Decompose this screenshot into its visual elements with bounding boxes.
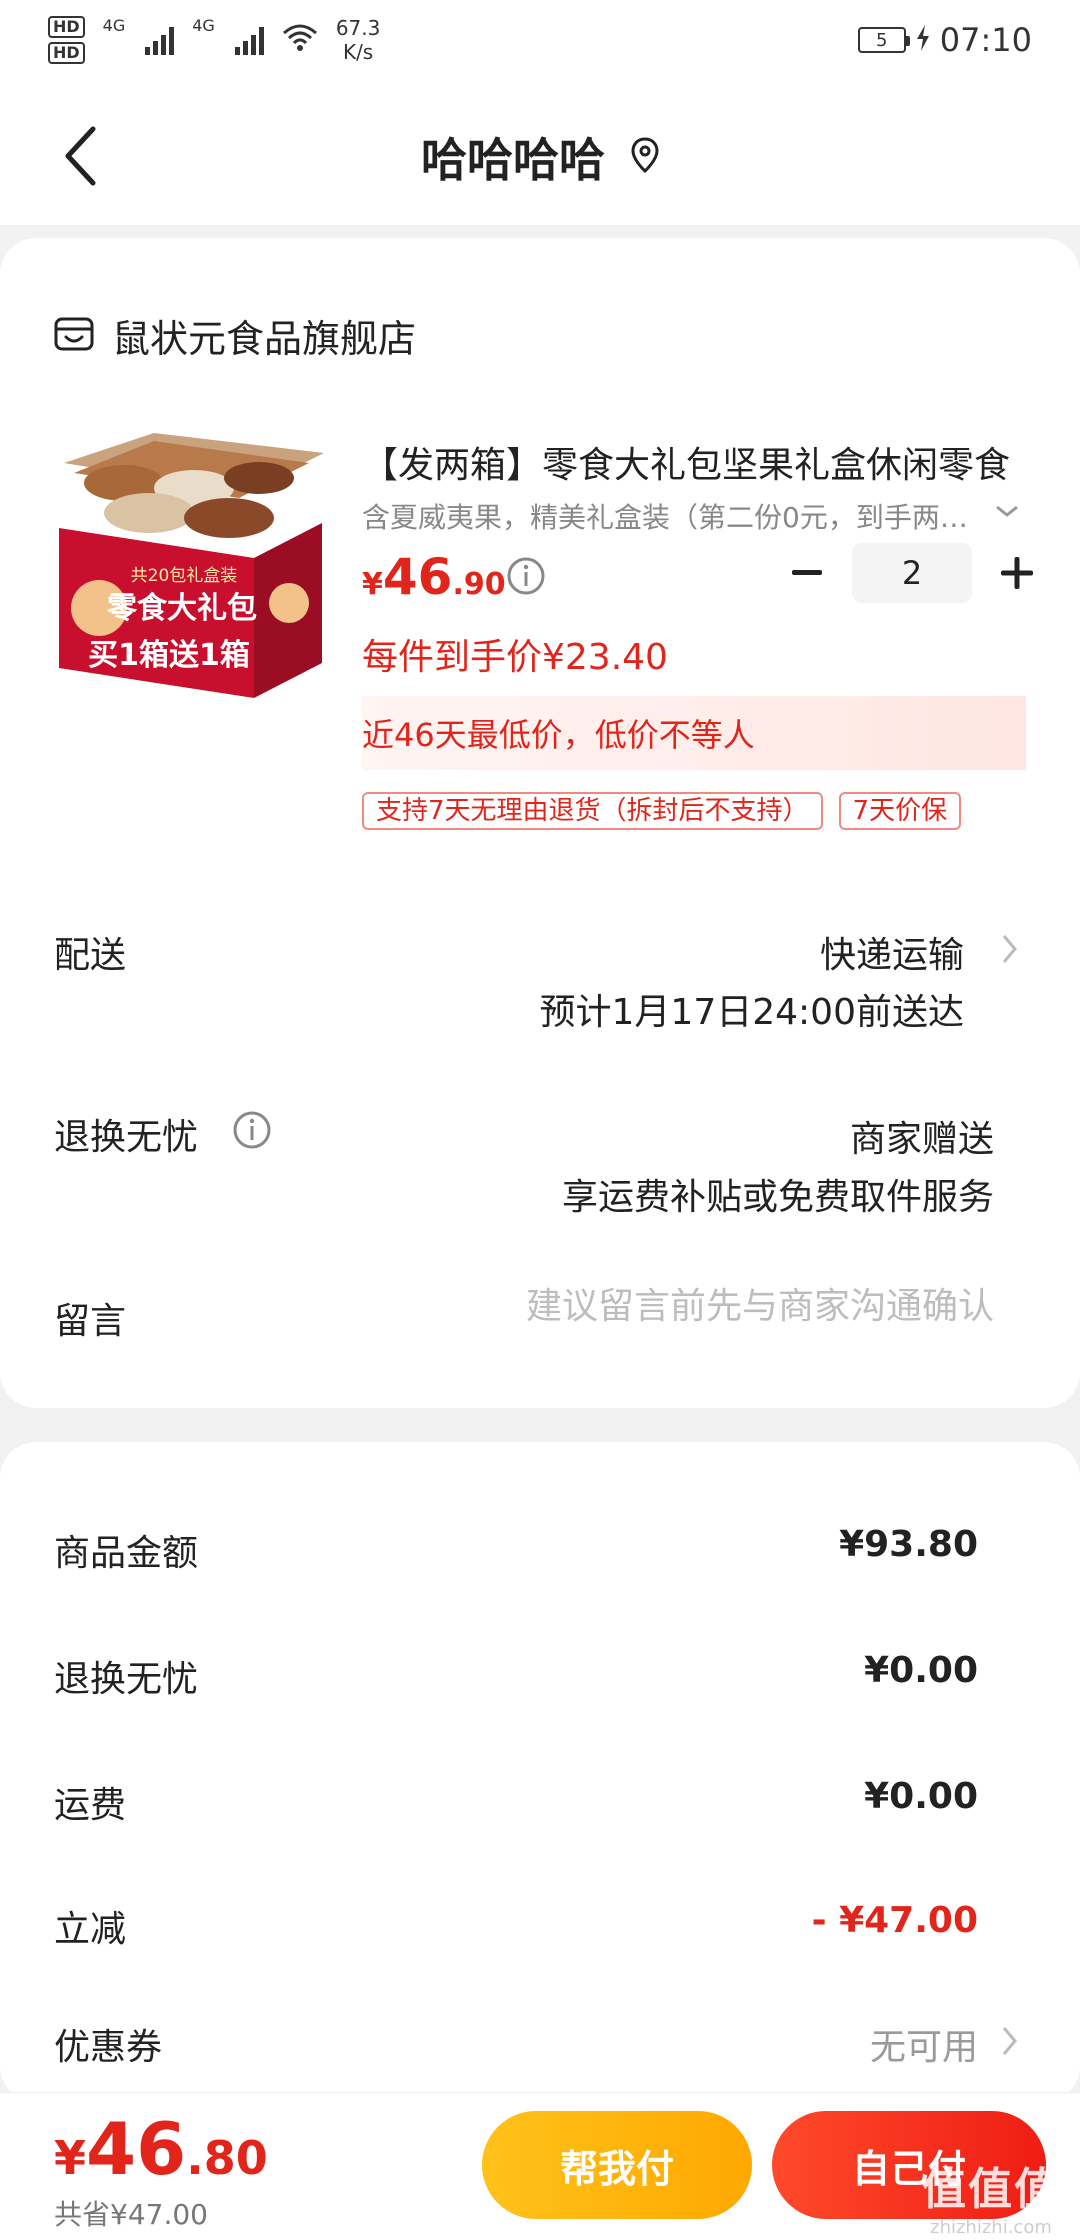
summary-label: 立减 [54, 1909, 127, 1950]
summary-value: ¥0.00 [864, 1776, 978, 1817]
speed-value: 67.3 [335, 16, 381, 40]
summary-row-shipping: 运费 ¥0.00 [54, 1776, 978, 1828]
box-text-promo: 买1箱送1箱 [88, 638, 250, 673]
summary-row-returns: 退换无忧 ¥0.00 [54, 1650, 978, 1702]
delivery-label: 配送 [54, 935, 127, 976]
plus-icon [1001, 557, 1033, 589]
signal-icon-1 [145, 25, 175, 55]
charging-icon [916, 21, 930, 59]
summary-value: - ¥47.00 [811, 1900, 978, 1941]
signal-icon-2 [234, 25, 264, 55]
price-decimal: .90 [452, 567, 506, 602]
lowest-price-banner: 近46天最低价，低价不等人 [362, 696, 1026, 770]
lowest-price-text: 近46天最低价，低价不等人 [362, 716, 755, 754]
summary-row-coupon[interactable]: 优惠券 无可用 [54, 2018, 978, 2070]
quantity-decrease-button[interactable] [776, 542, 838, 604]
returns-title: 商家赠送 [849, 1119, 994, 1160]
shop-row[interactable]: 鼠状元食品旗舰店 [54, 308, 416, 363]
tag-price-protection[interactable]: 7天价保 [838, 792, 962, 830]
wifi-icon [282, 23, 318, 58]
summary-label: 运费 [54, 1785, 127, 1826]
product-title[interactable]: 【发两箱】零食大礼包坚果礼盒休闲零食 [362, 436, 1022, 488]
watermark-url: zhizhizhi.com [930, 2217, 1052, 2238]
chevron-right-icon[interactable] [1000, 932, 1020, 970]
total-symbol: ¥ [54, 2131, 87, 2185]
page-header: 哈哈哈哈 [0, 80, 1080, 225]
service-tags: 支持7天无理由退货（拆封后不支持） 7天价保 [362, 792, 962, 830]
returns-description: 享运费补贴或免费取件服务 [561, 1177, 994, 1218]
price-summary-card: 商品金额 ¥93.80 退换无忧 ¥0.00 运费 ¥0.00 立减 - ¥47… [0, 1442, 1080, 2102]
tag-return-policy[interactable]: 支持7天无理由退货（拆封后不支持） [362, 792, 823, 830]
summary-row-goods: 商品金额 ¥93.80 [54, 1524, 978, 1576]
summary-row-discount: 立减 - ¥47.00 [54, 1900, 978, 1952]
chevron-down-icon[interactable] [994, 496, 1020, 530]
returns-label: 退换无忧 [54, 1117, 199, 1158]
quantity-value[interactable]: 2 [852, 543, 972, 603]
product-price: ¥ 46 .90 [362, 548, 506, 606]
delivery-method[interactable]: 快递运输 [820, 926, 964, 978]
page-title: 哈哈哈哈 [421, 133, 605, 187]
header-title-wrap: 哈哈哈哈 [0, 124, 1080, 190]
quantity-increase-button[interactable] [986, 542, 1048, 604]
summary-label: 退换无忧 [54, 1659, 199, 1700]
order-item-card: 鼠状元食品旗舰店 共20包礼盒装 零食大礼包 买1箱送1箱 【发两箱】零食大礼包… [0, 238, 1080, 1408]
status-left: HD HD 4G 4G 67.3 K/s [48, 16, 380, 64]
total-saved: 共省¥47.00 [54, 2198, 208, 2231]
hd-badge-1: HD [48, 16, 85, 38]
battery-level: 5 [876, 29, 888, 51]
store-icon [54, 315, 94, 357]
product-image[interactable]: 共20包礼盒装 零食大礼包 买1箱送1箱 [54, 433, 324, 703]
clock: 07:10 [939, 21, 1032, 59]
summary-value: ¥0.00 [864, 1650, 978, 1691]
shop-name: 鼠状元食品旗舰店 [112, 317, 417, 361]
network-speed: 67.3 K/s [336, 16, 381, 64]
summary-value: ¥93.80 [839, 1524, 978, 1565]
box-text-main: 零食大礼包 [107, 591, 257, 626]
message-input[interactable] [434, 1286, 994, 1327]
network-type-1: 4G [102, 16, 126, 35]
price-info-icon[interactable] [506, 556, 546, 600]
total-decimal: .80 [186, 2131, 268, 2185]
watermark: 值值值 zhizhizhi.com [922, 2153, 1060, 2238]
speed-unit: K/s [342, 40, 374, 64]
unit-price: 每件到手价¥23.40 [362, 637, 668, 678]
returns-info-icon[interactable] [232, 1110, 272, 1154]
location-pin-icon[interactable] [631, 137, 659, 177]
battery-icon: 5 [857, 27, 910, 53]
watermark-logo: 值值值 [922, 2164, 1060, 2215]
delivery-eta: 预计1月17日24:00前送达 [539, 992, 964, 1033]
summary-label: 商品金额 [54, 1533, 199, 1574]
product-subtitle[interactable]: 含夏威夷果，精美礼盒装（第二份0元，到手两箱） [362, 496, 982, 536]
price-symbol: ¥ [362, 567, 383, 602]
network-type-2: 4G [192, 16, 215, 35]
summary-value: 无可用 [869, 2027, 978, 2068]
help-pay-button[interactable]: 帮我付 [482, 2111, 752, 2219]
minus-icon [792, 570, 822, 575]
hd-indicators: HD HD [48, 16, 85, 64]
box-text-top: 共20包礼盒装 [131, 566, 238, 586]
quantity-stepper: 2 [776, 542, 1048, 604]
total-price: ¥ 46 .80 [54, 2107, 268, 2191]
summary-label: 优惠券 [54, 2027, 163, 2068]
message-label: 留言 [54, 1301, 127, 1342]
checkout-bar: ¥ 46 .80 共省¥47.00 帮我付 自己付 值值值 zhizhizhi.… [0, 2092, 1080, 2240]
chevron-right-icon[interactable] [1000, 2024, 1020, 2062]
total-integer: 46 [86, 2107, 187, 2191]
price-integer: 46 [382, 548, 453, 606]
status-bar: HD HD 4G 4G 67.3 K/s 5 07:10 [0, 0, 1080, 80]
hd-badge-2: HD [48, 42, 85, 64]
status-right: 5 07:10 [857, 21, 1032, 59]
